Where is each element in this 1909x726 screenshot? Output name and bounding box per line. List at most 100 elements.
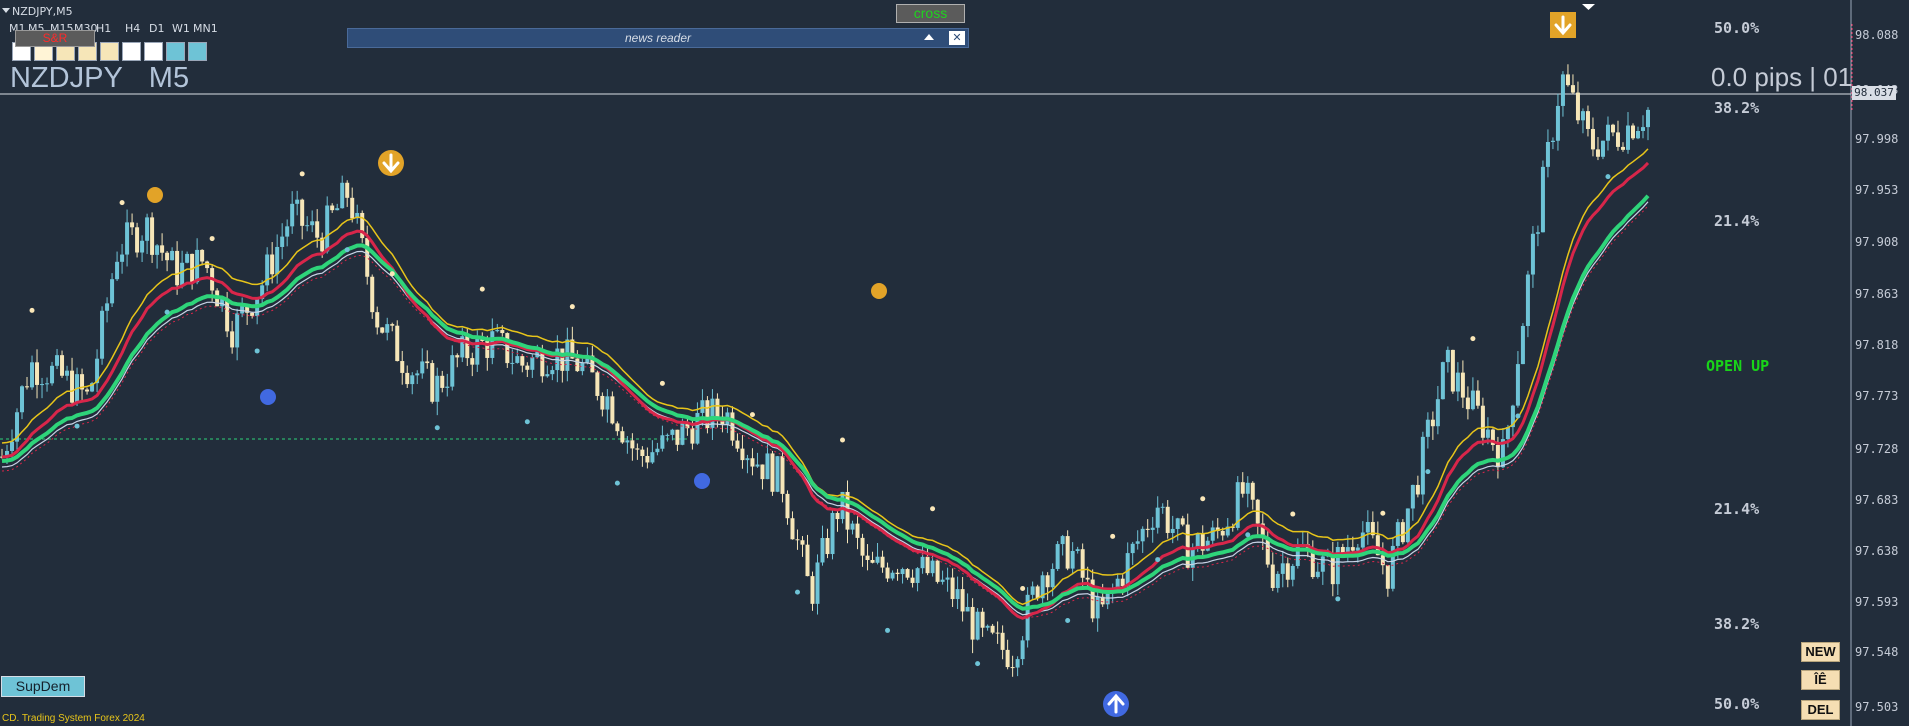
window-menu-arrow[interactable] xyxy=(2,8,10,13)
bear-candle xyxy=(205,261,210,269)
bear-candle xyxy=(160,245,165,253)
bull-candle xyxy=(1135,541,1140,544)
news-reader-title: news reader xyxy=(624,31,692,45)
bear-candle xyxy=(1475,390,1480,406)
bear-candle xyxy=(645,455,650,463)
bull-candle xyxy=(1315,571,1320,578)
bear-candle xyxy=(825,538,830,555)
current-price-tag: 98.037 xyxy=(1852,86,1896,100)
bear-candle xyxy=(1460,372,1465,398)
fractal-down-dot xyxy=(1335,596,1341,602)
bear-candle xyxy=(470,358,475,365)
close-icon[interactable]: ✕ xyxy=(949,31,965,45)
bull-candle xyxy=(180,262,185,286)
color-swatch[interactable] xyxy=(166,42,185,61)
bear-candle xyxy=(1385,565,1390,589)
fib-level-label: 38.2% xyxy=(1714,615,1760,633)
color-swatch[interactable] xyxy=(188,42,207,61)
timeframe-d1[interactable]: D1 xyxy=(149,22,164,35)
bull-candle xyxy=(1470,390,1475,410)
sr-button[interactable]: S&R xyxy=(15,30,95,47)
bull-candle xyxy=(450,355,455,387)
price-chart[interactable] xyxy=(0,0,1909,726)
bear-candle xyxy=(905,569,910,578)
ma-red-line xyxy=(1,161,1650,620)
timeframe-h4[interactable]: H4 xyxy=(125,22,140,35)
bull-candle xyxy=(930,560,935,574)
bull-candle xyxy=(1445,349,1450,363)
bear-candle xyxy=(525,365,530,370)
bear-candle xyxy=(1565,74,1570,86)
bear-candle xyxy=(1165,506,1170,533)
bull-candle xyxy=(290,203,295,227)
fractal-dots xyxy=(29,19,1611,667)
new-order-button[interactable]: NEW xyxy=(1801,642,1840,662)
bull-candle xyxy=(1525,274,1530,326)
bull-candle xyxy=(1555,105,1560,141)
bear-candle xyxy=(635,448,640,450)
chart-shift-marker[interactable] xyxy=(1582,4,1595,10)
timeframe-h1[interactable]: H1 xyxy=(96,22,111,35)
delete-order-button[interactable]: DEL xyxy=(1801,700,1840,720)
bear-candle xyxy=(1400,522,1405,543)
bear-candle xyxy=(1350,547,1355,551)
bull-candle xyxy=(985,625,990,628)
cross-button[interactable]: cross xyxy=(896,4,965,23)
bull-candle xyxy=(125,222,130,255)
color-swatch[interactable] xyxy=(122,42,141,61)
bull-candle xyxy=(1520,325,1525,365)
news-reader-bar[interactable]: news reader ✕ xyxy=(347,28,969,48)
bull-candle xyxy=(1030,586,1035,595)
bear-candle xyxy=(750,458,755,467)
fractal-up-dot xyxy=(389,271,395,277)
bear-candle xyxy=(1080,549,1085,578)
bear-candle xyxy=(870,560,875,563)
supdem-button[interactable]: SupDem xyxy=(1,676,85,697)
fractal-down-dot xyxy=(1425,469,1431,475)
bull-candle xyxy=(1360,532,1365,548)
bull-candle xyxy=(1425,419,1430,437)
bear-candle xyxy=(1465,397,1470,410)
bear-candle xyxy=(430,363,435,402)
price-tick-label: 97.503 xyxy=(1855,700,1899,714)
color-swatch[interactable] xyxy=(144,42,163,61)
bear-candle xyxy=(500,330,505,334)
bull-candle xyxy=(235,313,240,348)
bear-candle xyxy=(995,632,1000,634)
bear-candle xyxy=(1145,528,1150,530)
bear-candle xyxy=(780,456,785,494)
bear-candle xyxy=(800,540,805,545)
bull-candle xyxy=(1605,124,1610,141)
bull-candle xyxy=(1210,527,1215,541)
bull-candle xyxy=(1245,482,1250,494)
bull-candle xyxy=(1150,527,1155,530)
bull-candle xyxy=(655,448,660,453)
bear-candle xyxy=(225,298,230,332)
bull-candle xyxy=(1600,140,1605,157)
chart-window[interactable]: NZDJPY,M5 M1 M5 M15 M30 H1 H4 D1 W1 MN1 S&R NZDJ… xyxy=(0,0,1909,726)
bull-candle xyxy=(1175,518,1180,529)
bull-candle xyxy=(310,221,315,226)
bull-candle xyxy=(335,208,340,211)
bull-candle xyxy=(515,356,520,363)
bear-candle xyxy=(560,348,565,371)
bear-candle xyxy=(630,440,635,449)
bull-candle xyxy=(1140,528,1145,542)
price-tick-label: 97.818 xyxy=(1855,338,1899,352)
bull-candle xyxy=(1580,111,1585,121)
bear-candle xyxy=(520,356,525,366)
bear-candle xyxy=(1240,482,1245,494)
bear-candle xyxy=(330,205,335,211)
timeframe-w1[interactable]: W1 xyxy=(172,22,190,35)
bear-candle xyxy=(1630,125,1635,139)
close-order-button[interactable]: ÎÊ xyxy=(1801,670,1840,690)
color-swatch[interactable] xyxy=(100,42,119,61)
bull-candle xyxy=(1635,130,1640,139)
timeframe-mn1[interactable]: MN1 xyxy=(193,22,218,35)
fib-level-label: 50.0% xyxy=(1714,19,1760,37)
signal-text: OPEN UP xyxy=(1706,357,1770,375)
bear-candle xyxy=(1495,444,1500,468)
fractal-up-dot xyxy=(29,307,35,313)
collapse-icon[interactable] xyxy=(924,34,934,40)
bull-candle xyxy=(815,562,820,604)
